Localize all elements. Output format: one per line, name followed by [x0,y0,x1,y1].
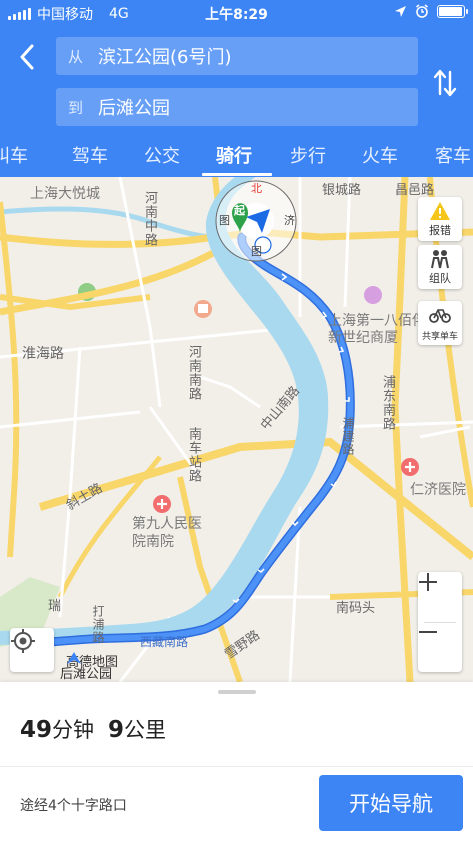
tab-taxi[interactable]: 叫车 [0,142,28,168]
zoom-out-button[interactable] [418,622,462,672]
bike-share-button[interactable]: 共享单车 [418,301,462,345]
via-intersections: 途经4个十字路口 [20,798,127,814]
origin-value: 滨江公园(6号门) [98,47,232,68]
map-label-joy-city: 上海大悦城 [30,186,100,202]
plus-icon [419,573,437,591]
sheet-divider [0,766,473,767]
compass-north-label: 北 [251,182,262,195]
warning-icon [430,202,450,220]
report-error-button[interactable]: 报错 [418,197,462,241]
route-summary: 49 分钟 9 公里 [20,714,166,744]
duration-unit: 分钟 [52,718,95,742]
map-view[interactable]: 上海大悦城 河南中路 银城路 昌邑路 淮海路 上海第一八佰伴 新世纪商厦 河南南… [0,177,473,682]
compass-south-label: 图 [251,245,262,258]
origin-field[interactable]: 从 滨江公园(6号门) [56,37,418,75]
map-label-ninth-hospital: 第九人民医院南院 [132,516,202,550]
transport-tabs: 叫车 驾车 公交 骑行 步行 火车 客车 [0,136,473,177]
alarm-icon [416,4,428,18]
route-header: 中国移动 4G 上午8:29 从 滨江公园(6号门) 到 后滩公园 叫车 驾车 … [0,0,473,177]
chevron-left-icon [20,44,34,70]
team-icon [431,250,449,269]
map-label-dapu-rd: 打浦路 [91,605,105,644]
active-tab-indicator [202,173,272,176]
start-navigation-button[interactable]: 开始导航 [319,775,463,831]
route-summary-sheet: 49 分钟 9 公里 途经4个十字路口 开始导航 [0,682,473,841]
distance-value: 9 [108,717,125,743]
destination-value: 后滩公园 [98,98,170,119]
tab-walk[interactable]: 步行 [290,142,326,168]
battery-icon [437,4,468,18]
team-label: 组队 [429,272,451,285]
compass-west-label: 图 [219,214,230,227]
map-label-henan-mid-rd: 河南中路 [142,191,157,247]
map-label-renji-hospital: 仁济医院 [410,482,466,498]
map-label-pudong-south-rd: 浦东南路 [380,375,395,431]
map-label-xizang-south-rd: 西藏南路 [140,635,189,649]
tab-transit[interactable]: 公交 [144,142,180,168]
map-label-yincheng-rd: 银城路 [322,183,362,198]
locate-me-button[interactable] [10,628,54,672]
crosshair-icon [11,629,35,653]
zoom-controls [418,572,462,672]
map-label-nanche-station-rd: 南车站路 [186,427,201,483]
map-label-henan-south-rd: 河南南路 [186,345,201,401]
sheet-drag-handle[interactable] [218,690,256,694]
bike-share-label: 共享单车 [421,332,458,342]
map-label-huaihai-rd: 淮海路 [22,346,64,362]
amap-logo-icon [67,652,81,664]
location-arrow-icon [395,5,406,17]
bicycle-icon [429,309,451,323]
tab-ride[interactable]: 骑行 [216,142,252,168]
map-canvas [0,177,473,682]
back-button[interactable] [12,40,42,74]
map-label-new-century: 新世纪商厦 [328,330,398,346]
report-error-label: 报错 [429,224,451,237]
map-label-changyi-rd: 昌邑路 [395,183,435,198]
swap-vertical-icon [433,69,457,97]
swap-button[interactable] [430,66,460,100]
map-label-nanmatou: 南码头 [336,601,376,616]
destination-prefix: 到 [68,98,84,117]
start-marker-label: 起 [234,204,245,217]
tab-train[interactable]: 火车 [362,142,398,168]
status-bar: 中国移动 4G 上午8:29 [0,0,473,26]
tab-drive[interactable]: 驾车 [72,142,108,168]
distance-unit: 公里 [124,718,167,742]
compass-east-label: 济 [284,214,295,227]
minus-icon [419,631,437,633]
team-button[interactable]: 组队 [418,245,462,289]
origin-prefix: 从 [68,47,84,66]
status-right [394,4,468,18]
map-label-pujian-rd: 浦建路 [341,417,355,456]
duration-value: 49 [20,717,53,743]
tab-coach[interactable]: 客车 [435,142,471,168]
map-brand: 高德地图 [66,651,118,670]
map-label-rui: 瑞 [48,599,62,614]
zoom-in-button[interactable] [418,572,462,622]
destination-field[interactable]: 到 后滩公园 [56,88,418,126]
